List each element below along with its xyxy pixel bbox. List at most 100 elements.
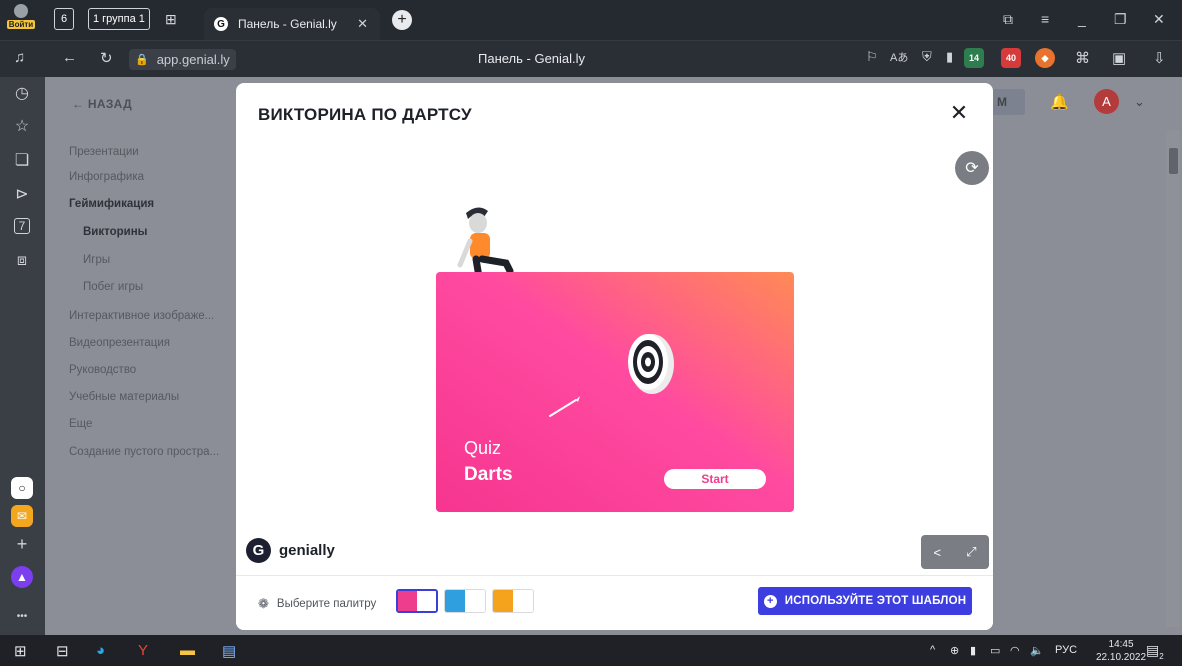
rail-app-mail-icon[interactable]: ✉ <box>11 505 33 527</box>
restore-icon[interactable]: ❐ <box>1114 11 1127 28</box>
palette-swatch[interactable] <box>492 589 534 613</box>
account-chevron-down-icon[interactable]: ⌄ <box>1134 94 1145 110</box>
swatch-color <box>417 591 436 611</box>
tab-7-icon[interactable]: 7 <box>14 218 30 234</box>
fullscreen-icon[interactable]: ⤢ <box>966 544 976 560</box>
palette-swatch[interactable] <box>444 589 486 613</box>
use-template-button[interactable]: + ИСПОЛЬЗУЙТЕ ЭТОТ ШАБЛОН <box>758 587 972 615</box>
url-text: app.genial.ly <box>156 52 230 67</box>
tray-wifi-icon[interactable]: ◠ <box>1010 644 1020 657</box>
sidebar-item[interactable]: Презентации <box>69 146 139 158</box>
edge-icon[interactable]: ◕ <box>96 642 105 659</box>
back-link[interactable]: ← НАЗАД <box>72 97 132 111</box>
genially-favicon-icon: G <box>214 17 228 31</box>
page-scrollbar[interactable] <box>1166 130 1180 627</box>
sidebar-item[interactable]: Инфографика <box>69 171 144 183</box>
sidebar-item[interactable]: Игры <box>83 254 110 266</box>
close-window-icon[interactable]: ✕ <box>1153 11 1165 28</box>
tray-chevron-up-icon[interactable]: ^ <box>930 644 935 656</box>
reader-icon[interactable]: Aあ <box>890 49 908 65</box>
protect-icon[interactable]: ⛨ <box>922 49 932 65</box>
yandex-browser-icon[interactable]: Y <box>138 642 148 659</box>
palette-icon: ❁ <box>258 596 269 611</box>
page-scroll-thumb[interactable] <box>1169 148 1178 174</box>
rail-assistant-icon[interactable]: ▲ <box>11 566 33 588</box>
tab-count-button[interactable]: 6 <box>54 8 74 30</box>
active-tab-title: Панель - Genial.ly <box>238 17 337 31</box>
downloads-icon[interactable]: ⇩ <box>1153 49 1166 67</box>
menu-icon[interactable]: ≡ <box>1041 11 1049 27</box>
bookmark-panel-icon[interactable]: ⧉ <box>1003 11 1013 28</box>
extension-image-icon[interactable]: ▣ <box>1112 49 1126 67</box>
rail-app-chat-icon[interactable]: ○ <box>11 477 33 499</box>
notification-center-icon[interactable]: ▤2 <box>1146 642 1164 661</box>
extension-14-icon[interactable]: 14 <box>964 48 984 68</box>
notifications-rail-icon[interactable]: ♫ <box>14 49 25 66</box>
tab-group-button[interactable]: 1 группа 1 <box>88 8 150 30</box>
dart-target-icon <box>628 334 674 394</box>
sidebar-item[interactable]: Викторины <box>83 226 148 238</box>
rail-more-icon[interactable]: ••• <box>11 605 33 627</box>
sidebar-item[interactable]: Геймификация <box>69 198 154 210</box>
header-partial-button[interactable]: М <box>993 89 1025 115</box>
play-icon[interactable]: ⊳ <box>12 184 32 204</box>
page-title: Панель - Genial.ly <box>478 51 586 66</box>
star-icon[interactable]: ☆ <box>12 116 32 136</box>
windows-start-icon[interactable]: ⊞ <box>14 642 27 660</box>
tray-language[interactable]: РУС <box>1055 644 1077 656</box>
screenshot-icon[interactable]: ⧈ <box>12 252 32 270</box>
minimize-icon[interactable]: _ <box>1078 11 1086 27</box>
rail-add-app-icon[interactable]: + <box>11 533 33 555</box>
login-label: Войти <box>6 20 36 29</box>
sidebar-item[interactable]: Учебные материалы <box>69 391 179 403</box>
close-modal-icon[interactable]: ✕ <box>947 101 971 125</box>
sidebar-item[interactable]: Побег игры <box>83 281 143 293</box>
avatar[interactable]: A <box>1094 89 1119 114</box>
sidebar-item[interactable]: Видеопрезентация <box>69 337 170 349</box>
translate-icon[interactable]: ⚐ <box>866 49 878 65</box>
sidebar-item[interactable]: Еще <box>69 418 92 430</box>
notifications-bell-icon[interactable]: 🔔 <box>1050 93 1069 111</box>
card-title-line-2: Darts <box>464 464 513 485</box>
extension-fox-icon[interactable]: ◆ <box>1035 48 1055 68</box>
file-explorer-icon[interactable]: ▬ <box>180 642 195 659</box>
url-field[interactable]: 🔒 app.genial.ly <box>129 49 236 70</box>
extension-puzzle-icon[interactable]: ⌘ <box>1075 49 1090 67</box>
close-tab-icon[interactable]: ✕ <box>357 16 368 32</box>
tray-time: 14:45 <box>1108 639 1134 650</box>
reload-icon[interactable]: ↻ <box>100 49 113 67</box>
extension-40-icon[interactable]: 40 <box>1001 48 1021 68</box>
sidebar-item[interactable]: Создание пустого простра... <box>69 446 219 458</box>
start-button[interactable]: Start <box>664 469 766 489</box>
back-arrow-icon[interactable]: ← <box>62 49 77 66</box>
collections-icon[interactable]: ❏ <box>12 150 32 170</box>
palette-swatch[interactable] <box>396 589 438 613</box>
task-view-icon[interactable]: ⊟ <box>56 642 69 660</box>
tray-date: 22.10.2022 <box>1096 652 1147 663</box>
tray-clock[interactable]: 14:45 22.10.2022 <box>1096 638 1146 664</box>
sidebar-item[interactable]: Руководство <box>69 364 136 376</box>
modal-title: ВИКТОРИНА ПО ДАРТСУ <box>258 105 472 124</box>
notification-count: 2 <box>1159 651 1164 661</box>
share-fullscreen-group: < ⤢ <box>921 535 989 569</box>
sidebar-item[interactable]: Интерактивное изображе... <box>69 310 214 322</box>
history-icon[interactable]: ◷ <box>12 83 32 103</box>
new-tab-button[interactable]: + <box>392 10 412 30</box>
rotate-device-icon[interactable]: ⟳ <box>955 151 989 185</box>
palette-label-text: Выберите палитру <box>276 598 377 610</box>
word-document-icon[interactable]: ▤ <box>222 642 236 660</box>
tray-battery-icon[interactable]: ▭ <box>990 644 1000 657</box>
active-tab[interactable]: G Панель - Genial.ly ✕ <box>204 8 380 40</box>
share-icon[interactable]: < <box>934 545 942 560</box>
new-group-icon[interactable]: ⊞ <box>165 11 177 28</box>
swatch-color <box>398 591 417 611</box>
palette-label: ❁ Выберите палитру <box>258 596 376 612</box>
tray-mic-icon[interactable]: ▮ <box>970 644 976 657</box>
template-preview-card[interactable]: Quiz Darts Start <box>436 272 794 512</box>
bookmark-icon[interactable]: ▮ <box>946 49 953 65</box>
tray-volume-icon[interactable]: 🔈 <box>1030 644 1044 657</box>
tray-app-icon[interactable]: ⊕ <box>950 644 959 657</box>
swatch-color <box>513 590 533 612</box>
login-button[interactable]: Войти <box>6 4 36 36</box>
flying-dart-icon <box>549 396 580 417</box>
